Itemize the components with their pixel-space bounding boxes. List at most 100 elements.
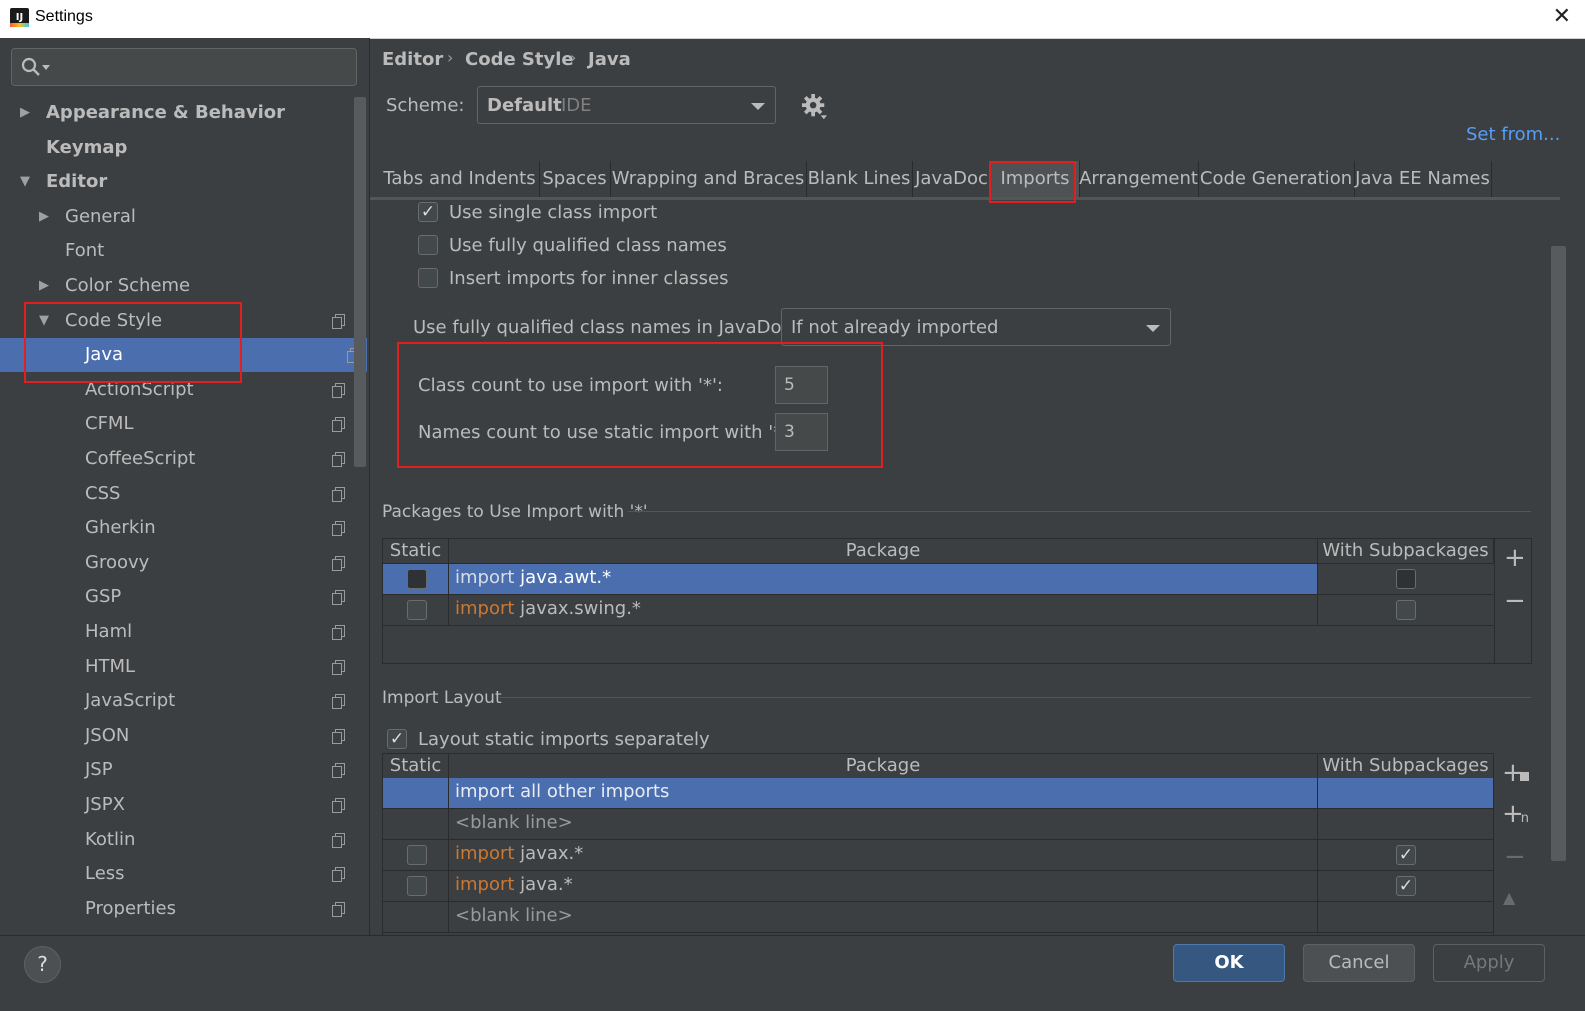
chevron-down-icon: [751, 103, 765, 110]
package-column-header[interactable]: Package: [449, 539, 1318, 564]
remove-package-button[interactable]: −: [1504, 586, 1526, 616]
apply-button[interactable]: Apply: [1433, 944, 1545, 982]
tab-code-generation[interactable]: Code Generation: [1198, 161, 1355, 197]
sidebar-item-jspx[interactable]: JSPX: [0, 788, 352, 822]
javadoc-qualified-value: If not already imported: [791, 317, 999, 338]
breadcrumb-separator: ›: [570, 48, 577, 67]
sidebar-item-label: GSP: [85, 586, 122, 608]
remove-layout-entry-button[interactable]: −: [1504, 842, 1526, 872]
sidebar-item-javascript[interactable]: JavaScript: [0, 684, 352, 718]
static-column-header[interactable]: Static: [383, 754, 449, 779]
breadcrumb-code-style[interactable]: Code Style: [465, 49, 574, 70]
section-divider: [498, 697, 1531, 698]
blank-line-row[interactable]: <blank line>: [383, 809, 1493, 840]
help-button[interactable]: ?: [24, 946, 61, 983]
tab-java-ee-names[interactable]: Java EE Names: [1354, 161, 1492, 197]
sidebar-item-editor[interactable]: ▼ Editor: [0, 165, 352, 199]
layout-static-separately-checkbox[interactable]: ✓: [387, 729, 407, 749]
javadoc-qualified-dropdown[interactable]: If not already imported: [781, 308, 1171, 346]
package-cell: import all other imports: [455, 781, 670, 802]
column-divider: [1317, 595, 1318, 625]
add-package-layout-button[interactable]: +: [1502, 758, 1529, 788]
project-scheme-copy-icon: [332, 867, 345, 883]
sidebar-item-groovy[interactable]: Groovy: [0, 546, 352, 580]
tab-blank-lines[interactable]: Blank Lines: [806, 161, 913, 197]
sidebar-item-gsp[interactable]: GSP: [0, 580, 352, 614]
move-up-button[interactable]: ▲: [1503, 888, 1515, 907]
highlight-imports-tab: [989, 161, 1076, 203]
sidebar-item-cfml[interactable]: CFML: [0, 407, 352, 441]
sidebar-item-font[interactable]: Font: [0, 234, 352, 268]
project-scheme-copy-icon: [332, 798, 345, 813]
collapsed-arrow-icon[interactable]: ▶: [20, 96, 30, 130]
cancel-button[interactable]: Cancel: [1303, 944, 1415, 982]
sidebar-item-label: Color Scheme: [65, 275, 191, 296]
scheme-dropdown[interactable]: Default IDE: [477, 86, 776, 124]
package-cell: <blank line>: [455, 812, 573, 833]
sidebar-item-gherkin[interactable]: Gherkin: [0, 511, 352, 545]
breadcrumb-editor[interactable]: Editor: [382, 49, 443, 70]
sidebar-item-kotlin[interactable]: Kotlin: [0, 823, 352, 857]
add-blank-line-button[interactable]: +n: [1502, 799, 1529, 829]
sidebar-item-jsp[interactable]: JSP: [0, 753, 352, 787]
tab-spaces[interactable]: Spaces: [539, 161, 611, 197]
blank-line-row[interactable]: <blank line>: [383, 902, 1493, 933]
sidebar-item-less[interactable]: Less: [0, 857, 352, 891]
with-subpackages-column-header[interactable]: With Subpackages: [1318, 539, 1494, 564]
add-package-button[interactable]: +: [1504, 543, 1526, 573]
static-checkbox[interactable]: [407, 876, 427, 896]
tab-arrangement[interactable]: Arrangement: [1079, 161, 1199, 197]
ok-button[interactable]: OK: [1173, 944, 1285, 982]
static-checkbox[interactable]: [407, 569, 427, 589]
sidebar-scrollbar[interactable]: [354, 97, 366, 467]
collapsed-arrow-icon[interactable]: ▶: [39, 200, 49, 234]
sidebar-item-keymap[interactable]: Keymap: [0, 131, 352, 165]
table-row[interactable]: import java.awt.*: [383, 564, 1493, 595]
sidebar-item-haml[interactable]: Haml: [0, 615, 352, 649]
sidebar-item-general[interactable]: ▶ General: [0, 200, 352, 234]
sidebar-item-coffeescript[interactable]: CoffeeScript: [0, 442, 352, 476]
set-from-link[interactable]: Set from...: [1466, 124, 1560, 145]
static-column-header[interactable]: Static: [383, 539, 449, 564]
sidebar-item-label: Haml: [85, 621, 133, 642]
table-row[interactable]: ✓ import javax.*: [383, 840, 1493, 871]
project-scheme-copy-icon: [332, 486, 345, 502]
tab-tabs-and-indents[interactable]: Tabs and Indents: [380, 161, 540, 197]
gear-icon[interactable]: [802, 94, 828, 120]
collapsed-arrow-icon[interactable]: ▶: [39, 269, 49, 303]
sidebar-item-label: Keymap: [46, 136, 128, 158]
with-subpackages-checkbox[interactable]: ✓: [1396, 876, 1416, 896]
settings-search-input[interactable]: [11, 48, 357, 86]
sidebar-item-label: JavaScript: [85, 690, 176, 712]
expanded-arrow-icon[interactable]: ▼: [20, 165, 30, 199]
table-row[interactable]: import all other imports: [383, 778, 1493, 809]
with-subpackages-checkbox[interactable]: [1396, 600, 1416, 620]
with-subpackages-column-header[interactable]: With Subpackages: [1318, 754, 1493, 779]
import-keyword: import: [455, 874, 515, 895]
tab-javadoc[interactable]: JavaDoc: [912, 161, 992, 197]
sidebar-item-css[interactable]: CSS: [0, 477, 352, 511]
project-scheme-copy-icon: [332, 625, 345, 640]
table-row[interactable]: import javax.swing.*: [383, 595, 1493, 626]
insert-inner-imports-checkbox[interactable]: [418, 268, 438, 288]
table-row[interactable]: ✓ import java.*: [383, 871, 1493, 902]
sidebar-item-color-scheme[interactable]: ▶ Color Scheme: [0, 269, 352, 303]
static-checkbox[interactable]: [407, 845, 427, 865]
column-divider: [448, 902, 449, 932]
column-divider: [448, 778, 449, 808]
with-subpackages-checkbox[interactable]: ✓: [1396, 845, 1416, 865]
tab-wrapping-and-braces[interactable]: Wrapping and Braces: [610, 161, 807, 197]
with-subpackages-checkbox[interactable]: [1396, 569, 1416, 589]
main-scrollbar[interactable]: [1551, 246, 1566, 861]
use-single-class-import-checkbox[interactable]: ✓: [418, 202, 438, 222]
package-column-header[interactable]: Package: [449, 754, 1318, 779]
static-checkbox[interactable]: [407, 600, 427, 620]
use-fully-qualified-checkbox[interactable]: [418, 235, 438, 255]
sidebar-item-html[interactable]: HTML: [0, 650, 352, 684]
project-scheme-copy-icon: [332, 832, 345, 848]
column-divider: [448, 871, 449, 901]
sidebar-item-appearance-behavior[interactable]: ▶ Appearance & Behavior: [0, 96, 352, 130]
sidebar-item-properties[interactable]: Properties: [0, 892, 352, 926]
sidebar-item-json[interactable]: JSON: [0, 719, 352, 753]
close-icon[interactable]: ✕: [1553, 4, 1571, 29]
